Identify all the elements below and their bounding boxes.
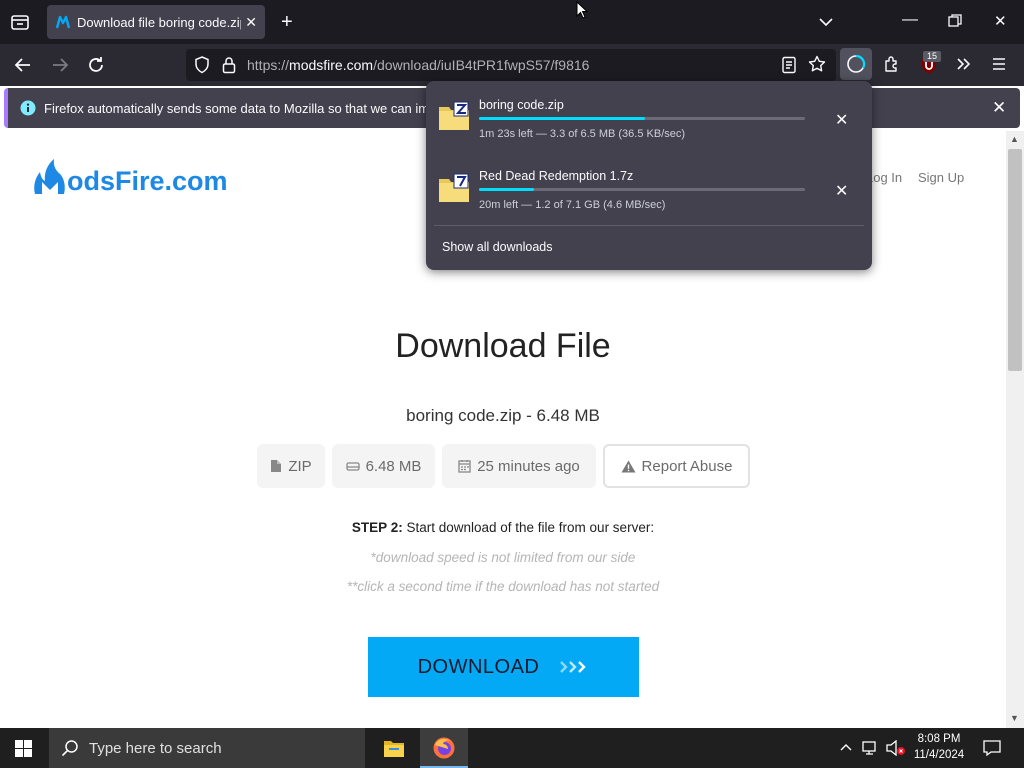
url-prefix: https:// [247, 57, 290, 73]
file-size-label: 6.48 MB [365, 457, 422, 475]
url-host: modsfire.com [289, 57, 374, 73]
extension-badge: 15 [923, 51, 941, 62]
scrollbar-thumb[interactable] [1008, 149, 1022, 371]
tab-title: Download file boring code.zip · [77, 14, 242, 30]
download-progress-fill [479, 188, 535, 191]
page-title: Download File [395, 327, 611, 365]
download-progress-track [479, 117, 805, 120]
url-bar[interactable]: https://modsfire.com/download/iuIB4tPR1f… [186, 49, 836, 81]
download-filename: Red Dead Redemption 1.7z [479, 169, 634, 183]
triple-chevron-icon [559, 660, 589, 674]
tab-list-icon[interactable] [10, 13, 30, 31]
panel-divider [434, 225, 864, 226]
windows-taskbar: Type here to search 8:08 PM 11/4/2024 [0, 728, 1024, 768]
tab-bar: Download file boring code.zip · ✕ + — ✕ [0, 0, 1024, 44]
file-type-label: ZIP [288, 457, 312, 475]
file-size-pill: 6.48 MB [332, 444, 435, 488]
notification-close-icon[interactable]: ✕ [992, 98, 1006, 118]
overflow-chevrons-icon[interactable] [955, 55, 973, 73]
tracking-shield-icon[interactable] [194, 56, 210, 74]
search-placeholder: Type here to search [89, 739, 222, 757]
extensions-puzzle-icon[interactable] [883, 55, 901, 73]
download-filename: boring code.zip [479, 98, 564, 112]
minimize-icon[interactable]: — [902, 11, 918, 29]
downloads-panel: boring code.zip 1m 23s left — 3.3 of 6.5… [426, 81, 872, 270]
download-item[interactable]: Red Dead Redemption 1.7z 20m left — 1.2 … [426, 152, 872, 223]
speed-note: *download speed is not limited from our … [370, 550, 636, 565]
download-button-label: DOWNLOAD [417, 655, 540, 678]
padlock-icon[interactable] [222, 56, 236, 74]
reader-view-icon[interactable] [781, 56, 797, 74]
signup-link[interactable]: Sign Up [918, 170, 964, 185]
warning-icon [621, 460, 636, 473]
windows-start-icon[interactable] [15, 740, 32, 757]
back-icon[interactable] [14, 56, 32, 74]
notification-text: Firefox automatically sends some data to… [44, 101, 462, 116]
scroll-up-icon[interactable]: ▲ [1010, 134, 1019, 144]
tab-close-icon[interactable]: ✕ [245, 14, 257, 31]
download-progress-track [479, 188, 805, 191]
show-hidden-icons[interactable] [839, 740, 853, 754]
download-item[interactable]: boring code.zip 1m 23s left — 3.3 of 6.5… [426, 81, 872, 152]
notifications-icon[interactable] [983, 739, 1001, 757]
clock-date: 11/4/2024 [913, 749, 965, 761]
firefox-icon [432, 736, 456, 760]
volume-muted-icon[interactable] [886, 740, 906, 756]
network-icon[interactable] [862, 740, 880, 756]
file-explorer-icon[interactable] [383, 738, 405, 758]
cancel-download-icon[interactable]: ✕ [835, 181, 848, 201]
step-text: Start download of the file from our serv… [402, 520, 655, 535]
download-button[interactable]: DOWNLOAD [368, 637, 639, 697]
download-status: 20m left — 1.2 of 7.1 GB (4.6 MB/sec) [479, 199, 666, 211]
hamburger-menu-icon[interactable] [991, 56, 1007, 72]
scroll-down-icon[interactable]: ▼ [1010, 713, 1019, 723]
info-icon [20, 100, 36, 116]
url-path: /download/iuIB4tPR1fwpS57/f9816 [373, 57, 590, 73]
file-type-pill: ZIP [257, 444, 325, 488]
logo-flame-m-icon [32, 156, 68, 198]
step-2-line: STEP 2: Start download of the file from … [0, 520, 1006, 535]
bookmark-star-icon[interactable] [808, 55, 826, 73]
list-all-tabs-icon[interactable] [818, 14, 834, 30]
download-progress-icon [846, 54, 866, 74]
calendar-icon [458, 459, 471, 473]
clock-time: 8:08 PM [917, 733, 961, 745]
logo-text: odsFire.com [67, 166, 228, 196]
7z-file-icon [438, 173, 470, 203]
close-window-icon[interactable]: ✕ [994, 12, 1007, 30]
page-scrollbar[interactable]: ▲ ▼ [1006, 131, 1024, 728]
file-name-size: boring code.zip - 6.48 MB [406, 406, 600, 425]
hdd-icon [345, 460, 360, 472]
cancel-download-icon[interactable]: ✕ [835, 110, 848, 130]
upload-age-label: 25 minutes ago [477, 457, 580, 475]
step-label: STEP 2: [351, 520, 403, 535]
tab-active[interactable]: Download file boring code.zip · ✕ [47, 5, 265, 39]
url-text[interactable]: https://modsfire.com/download/iuIB4tPR1f… [247, 57, 589, 73]
report-abuse-button[interactable]: Report Abuse [603, 444, 750, 488]
download-status: 1m 23s left — 3.3 of 6.5 MB (36.5 KB/sec… [479, 128, 686, 140]
site-logo[interactable]: odsFire.com [32, 156, 228, 198]
show-all-downloads-link[interactable]: Show all downloads [442, 240, 553, 254]
mouse-cursor-icon [576, 1, 588, 19]
favicon-icon [55, 14, 71, 30]
clock[interactable]: 8:08 PM 11/4/2024 [908, 731, 970, 763]
taskbar-search-box[interactable]: Type here to search [49, 728, 365, 768]
firefox-taskbar-button[interactable] [420, 728, 468, 768]
search-icon [61, 739, 79, 757]
file-icon [270, 459, 282, 473]
report-abuse-label: Report Abuse [641, 457, 733, 475]
restore-icon[interactable] [948, 14, 962, 28]
retry-note: **click a second time if the download ha… [346, 579, 660, 594]
download-progress-fill [479, 117, 646, 120]
new-tab-icon[interactable]: + [281, 11, 293, 34]
forward-icon[interactable] [51, 56, 69, 74]
downloads-button[interactable] [840, 48, 872, 80]
reload-icon[interactable] [87, 56, 105, 74]
zip-file-icon [438, 101, 470, 131]
upload-age-pill: 25 minutes ago [442, 444, 596, 488]
